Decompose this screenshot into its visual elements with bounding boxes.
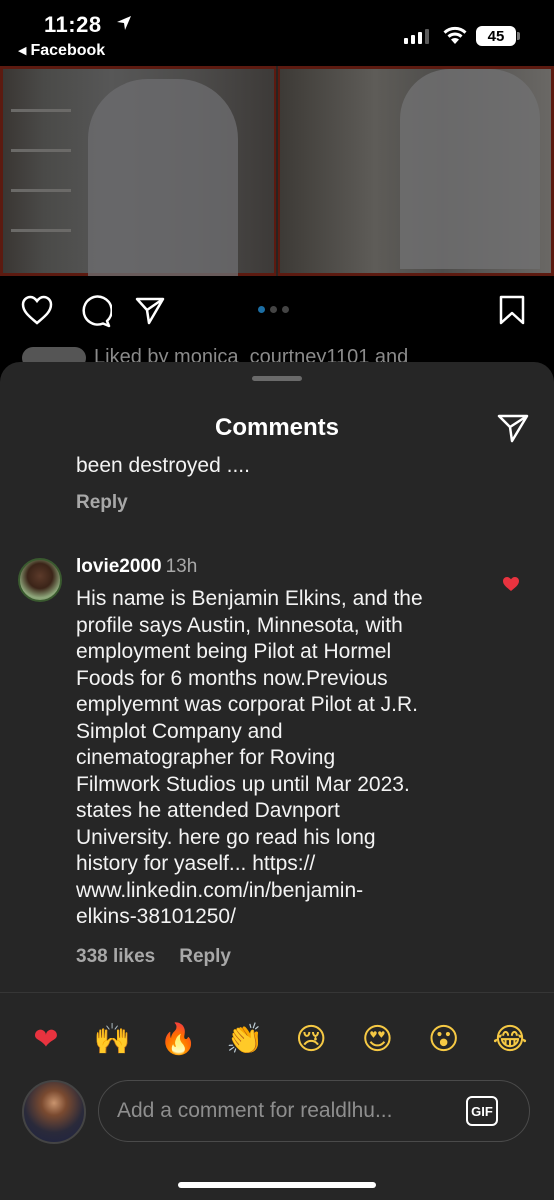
send-share-icon[interactable] [134,294,166,326]
bookmark-icon[interactable] [498,294,526,326]
reaction-red-heart[interactable]: ❤ [26,1024,66,1055]
comment-header: lovie2000 13h [76,556,197,578]
battery-indicator: 45 [476,26,520,46]
person-figure [88,79,238,276]
previous-comment-text: been destroyed .... [76,454,250,477]
status-bar: 11:28 ◀ Facebook 45 [0,0,554,66]
post-media[interactable] [0,66,554,276]
post-action-bar [0,276,554,356]
comment-avatar[interactable] [18,558,62,602]
comment-reply-button[interactable]: Reply [179,946,231,968]
reaction-clapping-hands[interactable]: 👏 [225,1024,265,1055]
back-triangle-icon: ◀ [18,45,27,57]
comment-bubble-icon[interactable] [78,294,112,328]
share-send-icon[interactable] [496,412,530,444]
comment-text: His name is Benjamin Elkins, and the pro… [76,587,423,928]
reaction-crying-face[interactable]: 😢 [291,1024,331,1055]
comment-username[interactable]: lovie2000 [76,556,162,577]
reaction-fire[interactable]: 🔥 [159,1024,199,1055]
carousel-indicator [258,306,289,313]
sheet-title: Comments [214,414,340,441]
status-time: 11:28 [44,12,102,37]
quick-reaction-bar: ❤ 🙌 🔥 👏 😢 😍 😮 😂 [0,992,554,1076]
cellular-signal-icon [404,28,429,44]
comment-meta: 338 likes Reply [76,946,231,968]
media-frame-right [278,66,554,276]
wifi-icon [443,26,467,44]
comment-liked-heart-icon[interactable] [502,576,520,592]
sheet-drag-handle[interactable] [252,376,302,381]
previous-comment-reply-button[interactable]: Reply [76,492,128,514]
person-figure [400,69,540,269]
gif-button[interactable]: GIF [466,1096,498,1126]
reaction-heart-eyes[interactable]: 😍 [357,1024,397,1055]
comments-sheet: Comments been destroyed .... Reply lovie… [0,362,554,1200]
reaction-surprised-face[interactable]: 😮 [424,1024,464,1055]
self-avatar [22,1080,86,1144]
media-frame-left [0,66,276,276]
comment-likes-count[interactable]: 338 likes [76,946,155,968]
back-app-label: Facebook [30,42,106,59]
home-indicator[interactable] [178,1182,376,1188]
like-heart-icon[interactable] [20,294,54,326]
reaction-tears-of-joy[interactable]: 😂 [490,1024,530,1055]
comment-composer: Add a comment for realdlhu... GIF [0,1076,554,1170]
location-arrow-icon [117,16,131,30]
back-to-app-button[interactable]: ◀ Facebook [18,42,105,60]
reaction-raising-hands[interactable]: 🙌 [92,1024,132,1055]
comment-timestamp: 13h [165,556,198,577]
